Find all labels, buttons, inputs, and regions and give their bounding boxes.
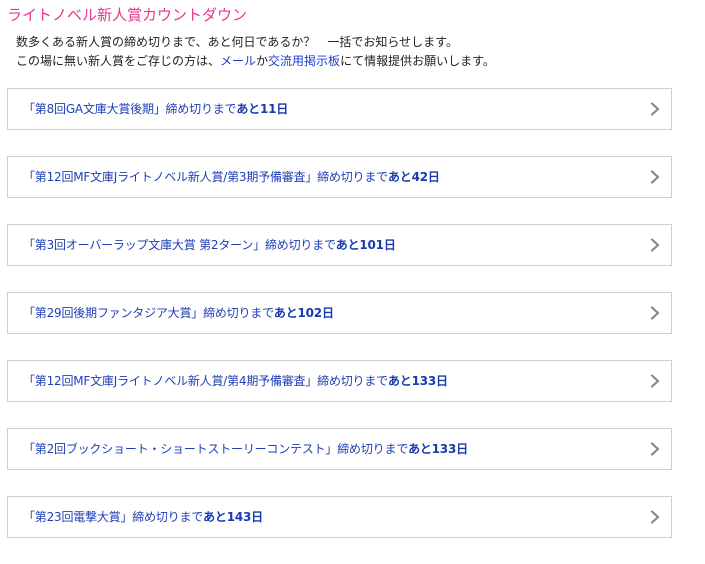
days-remaining: あと102日 bbox=[273, 306, 334, 320]
deadline-suffix: 締め切りまで bbox=[337, 442, 409, 456]
mail-link[interactable]: メール bbox=[220, 54, 256, 68]
days-remaining: あと42日 bbox=[387, 170, 440, 184]
countdown-item[interactable]: 「第29回後期ファンタジア大賞」締め切りまであと102日 bbox=[7, 292, 672, 334]
countdown-text: 「第12回MF文庫Jライトノベル新人賞/第3期予備審査」締め切りまであと42日 bbox=[23, 157, 440, 197]
countdown-text: 「第23回電撃大賞」締め切りまであと143日 bbox=[23, 497, 263, 537]
award-name: 「第12回MF文庫Jライトノベル新人賞/第3期予備審査」 bbox=[23, 170, 318, 184]
days-remaining: あと133日 bbox=[387, 374, 448, 388]
award-name: 「第12回MF文庫Jライトノベル新人賞/第4期予備審査」 bbox=[23, 374, 318, 388]
page: ライトノベル新人賞カウントダウン 数多くある新人賞の締め切りまで、あと何日である… bbox=[0, 0, 705, 538]
page-title: ライトノベル新人賞カウントダウン bbox=[7, 6, 248, 24]
intro-text: 数多くある新人賞の締め切りまで、あと何日であるか？ 一括でお知らせします。 この… bbox=[16, 33, 495, 71]
days-remaining: あと101日 bbox=[335, 238, 396, 252]
board-link[interactable]: 交流用掲示板 bbox=[268, 54, 340, 68]
chevron-right-icon bbox=[650, 306, 660, 320]
countdown-text: 「第12回MF文庫Jライトノベル新人賞/第4期予備審査」締め切りまであと133日 bbox=[23, 361, 448, 401]
countdown-text: 「第8回GA文庫大賞後期」締め切りまであと11日 bbox=[23, 89, 288, 129]
countdown-list: 「第8回GA文庫大賞後期」締め切りまであと11日 「第12回MF文庫Jライトノベ… bbox=[7, 88, 672, 564]
chevron-right-icon bbox=[650, 510, 660, 524]
chevron-right-icon bbox=[650, 442, 660, 456]
countdown-item[interactable]: 「第2回ブックショート・ショートストーリーコンテスト」締め切りまであと133日 bbox=[7, 428, 672, 470]
award-name: 「第3回オーバーラップ文庫大賞 第2ターン」 bbox=[23, 238, 265, 252]
award-name: 「第2回ブックショート・ショートストーリーコンテスト」 bbox=[23, 442, 338, 456]
deadline-suffix: 締め切りまで bbox=[165, 102, 237, 116]
intro-line-2-mid: か bbox=[256, 54, 269, 68]
award-name: 「第29回後期ファンタジア大賞」 bbox=[23, 306, 204, 320]
days-remaining: あと143日 bbox=[203, 510, 263, 524]
countdown-text: 「第3回オーバーラップ文庫大賞 第2ターン」締め切りまであと101日 bbox=[23, 225, 396, 265]
countdown-item[interactable]: 「第8回GA文庫大賞後期」締め切りまであと11日 bbox=[7, 88, 672, 130]
intro-line-2-post: にて情報提供お願いします。 bbox=[340, 54, 495, 68]
deadline-suffix: 締め切りまで bbox=[132, 510, 204, 524]
days-remaining: あと133日 bbox=[408, 442, 468, 456]
award-name: 「第23回電撃大賞」 bbox=[23, 510, 133, 524]
deadline-suffix: 締め切りまで bbox=[203, 306, 274, 320]
deadline-suffix: 締め切りまで bbox=[264, 238, 336, 252]
intro-line-2-pre: この場に無い新人賞をご存じの方は、 bbox=[16, 54, 221, 68]
countdown-item[interactable]: 「第23回電撃大賞」締め切りまであと143日 bbox=[7, 496, 672, 538]
intro-line-2: この場に無い新人賞をご存じの方は、メールか交流用掲示板にて情報提供お願いします。 bbox=[16, 52, 495, 71]
countdown-text: 「第2回ブックショート・ショートストーリーコンテスト」締め切りまであと133日 bbox=[23, 429, 468, 469]
intro-line-1: 数多くある新人賞の締め切りまで、あと何日であるか？ 一括でお知らせします。 bbox=[16, 35, 458, 49]
countdown-item[interactable]: 「第3回オーバーラップ文庫大賞 第2ターン」締め切りまであと101日 bbox=[7, 224, 672, 266]
award-name: 「第8回GA文庫大賞後期」 bbox=[23, 102, 166, 116]
deadline-suffix: 締め切りまで bbox=[317, 170, 388, 184]
chevron-right-icon bbox=[650, 102, 660, 116]
countdown-item[interactable]: 「第12回MF文庫Jライトノベル新人賞/第3期予備審査」締め切りまであと42日 bbox=[7, 156, 672, 198]
countdown-text: 「第29回後期ファンタジア大賞」締め切りまであと102日 bbox=[23, 293, 334, 333]
deadline-suffix: 締め切りまで bbox=[317, 374, 388, 388]
days-remaining: あと11日 bbox=[236, 102, 289, 116]
countdown-item[interactable]: 「第12回MF文庫Jライトノベル新人賞/第4期予備審査」締め切りまであと133日 bbox=[7, 360, 672, 402]
chevron-right-icon bbox=[650, 374, 660, 388]
chevron-right-icon bbox=[650, 170, 660, 184]
chevron-right-icon bbox=[650, 238, 660, 252]
